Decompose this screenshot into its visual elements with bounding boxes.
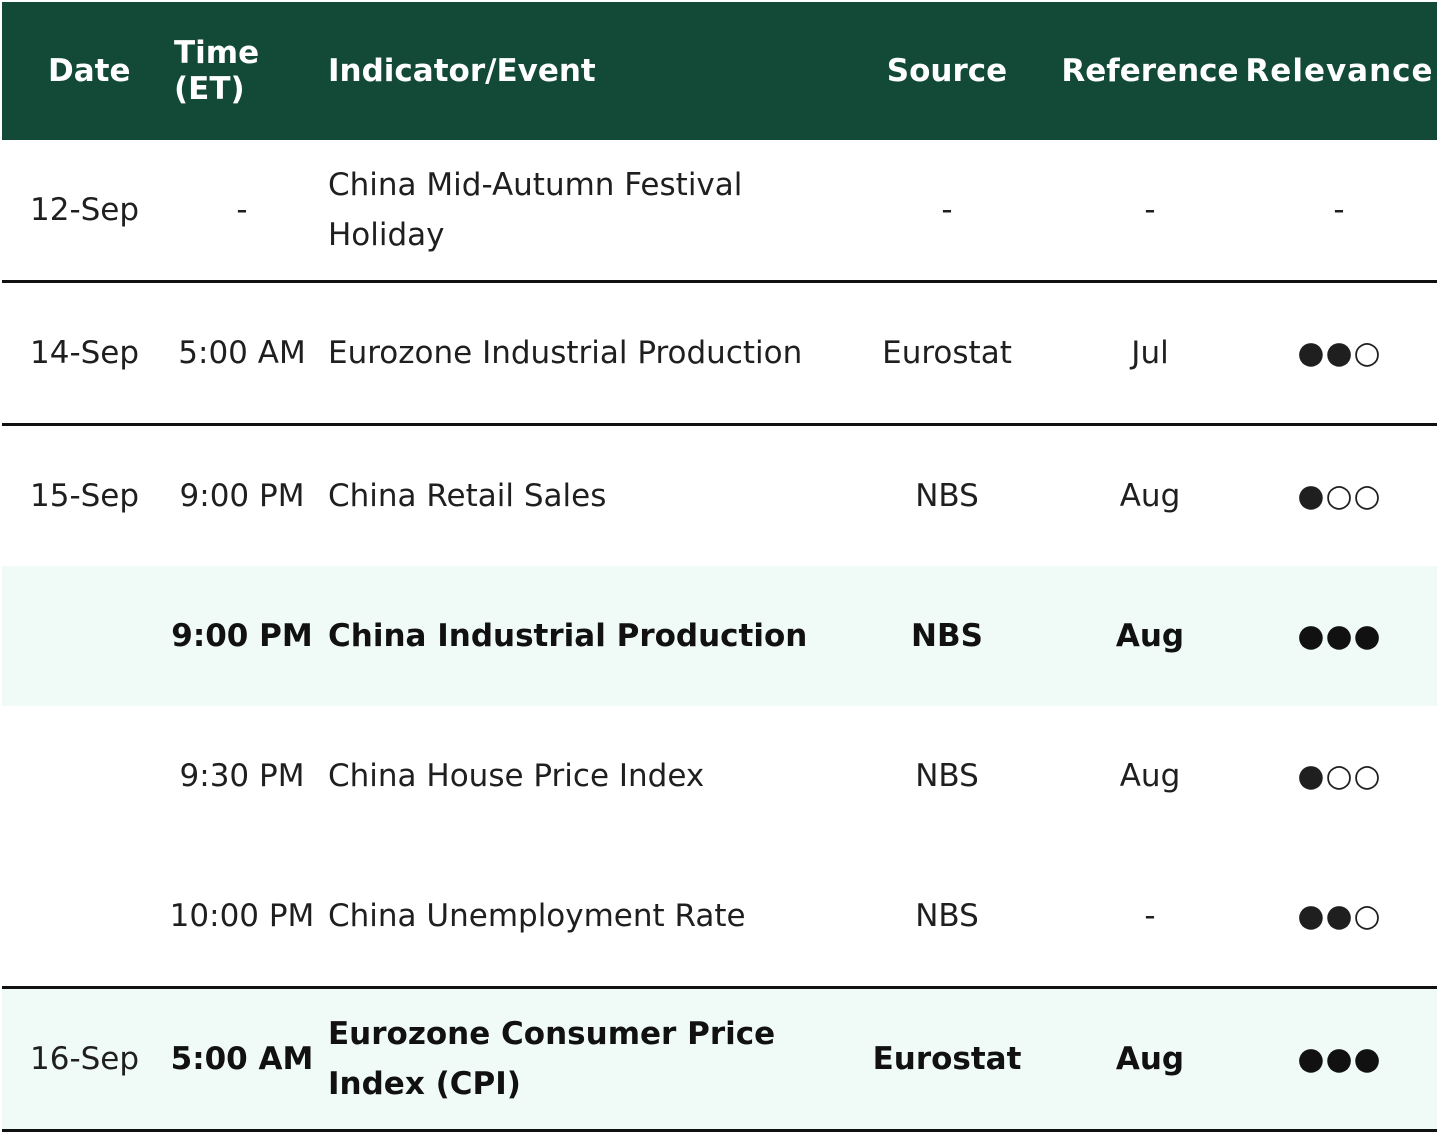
table-row-highlighted: 9:00 PM China Industrial Production NBS … <box>2 566 1437 706</box>
table-row-highlighted: 16-Sep 5:00 AM Eurozone Consumer Price I… <box>2 989 1437 1132</box>
row-reference: Aug <box>1119 758 1181 794</box>
row-reference: - <box>1144 898 1156 934</box>
row-event: China Unemployment Rate <box>328 898 746 934</box>
row-event: Eurozone Consumer Price Index (CPI) <box>328 1016 776 1102</box>
header-relevance: Relevance <box>1245 53 1434 89</box>
row-source: Eurostat <box>872 1041 1022 1077</box>
row-source: NBS <box>915 478 979 514</box>
row-relevance: ●●● <box>1297 1041 1382 1077</box>
row-source: NBS <box>911 618 983 654</box>
row-event: Eurozone Industrial Production <box>328 335 803 371</box>
row-source: NBS <box>915 898 979 934</box>
header-event: Indicator/Event <box>328 53 596 89</box>
row-event: China House Price Index <box>328 758 705 794</box>
header-time: Time (ET) <box>174 35 260 107</box>
row-date <box>30 566 160 706</box>
row-date: 12-Sep <box>30 192 140 228</box>
row-date <box>30 706 160 846</box>
row-time: 5:00 AM <box>170 1041 314 1077</box>
row-date: 14-Sep <box>30 335 140 371</box>
row-date: 15-Sep <box>30 478 140 514</box>
row-event: China Mid-Autumn Festival Holiday <box>328 167 743 253</box>
row-source: - <box>941 192 953 228</box>
header-reference: Reference <box>1061 53 1239 89</box>
header-source: Source <box>886 53 1008 89</box>
row-reference: Aug <box>1115 618 1185 654</box>
row-reference: Aug <box>1115 1041 1185 1077</box>
row-source: NBS <box>915 758 979 794</box>
row-relevance: ●●● <box>1297 618 1382 654</box>
row-time: 9:30 PM <box>179 758 305 794</box>
row-date: 16-Sep <box>30 1041 140 1077</box>
row-event: China Retail Sales <box>328 478 607 514</box>
row-relevance: ●●○ <box>1297 335 1382 371</box>
row-relevance: ●●○ <box>1297 898 1382 934</box>
economic-calendar-table: Date Time (ET) Indicator/Event Source Re… <box>2 2 1437 1132</box>
table-row: 9:30 PM China House Price Index NBS Aug … <box>2 706 1437 846</box>
table-row: 15-Sep 9:00 PM China Retail Sales NBS Au… <box>2 426 1437 566</box>
row-source: Eurostat <box>882 335 1012 371</box>
row-reference: Aug <box>1119 478 1181 514</box>
table-row: 14-Sep 5:00 AM Eurozone Industrial Produ… <box>2 283 1437 426</box>
row-reference: - <box>1144 192 1156 228</box>
row-time: 10:00 PM <box>169 898 315 934</box>
row-reference: Jul <box>1131 335 1169 371</box>
row-time: 9:00 PM <box>179 478 305 514</box>
table-header: Date Time (ET) Indicator/Event Source Re… <box>2 2 1437 140</box>
table-row: 12-Sep - China Mid-Autumn Festival Holid… <box>2 140 1437 283</box>
row-time: 9:00 PM <box>171 618 313 654</box>
header-date: Date <box>48 53 131 89</box>
row-time: - <box>236 192 248 228</box>
row-date <box>30 846 160 986</box>
row-relevance: - <box>1333 192 1346 228</box>
row-relevance: ●○○ <box>1297 478 1382 514</box>
row-time: 5:00 AM <box>178 335 306 371</box>
row-event: China Industrial Production <box>328 618 808 654</box>
table-row: 10:00 PM China Unemployment Rate NBS - ●… <box>2 846 1437 989</box>
row-relevance: ●○○ <box>1297 758 1382 794</box>
